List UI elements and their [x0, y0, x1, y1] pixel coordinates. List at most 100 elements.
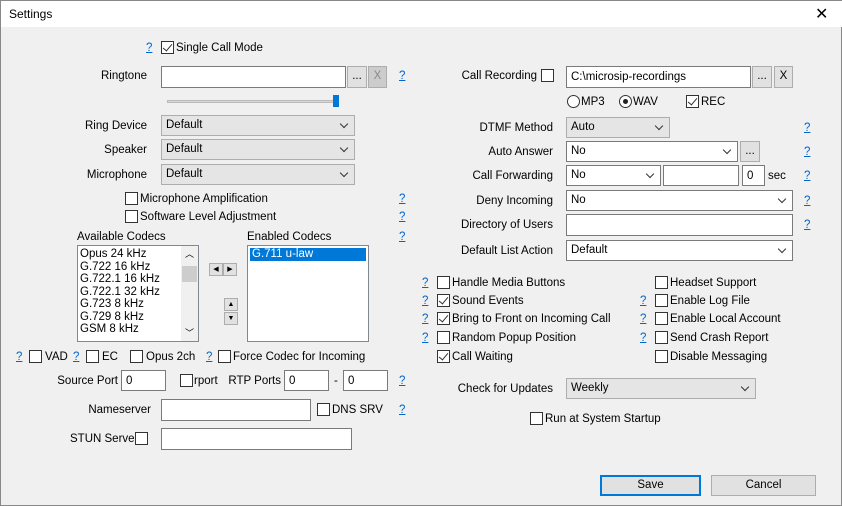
- option-label: Bring to Front on Incoming Call: [452, 313, 611, 325]
- help-link[interactable]: ?: [804, 121, 810, 135]
- codec-item[interactable]: G.722.1 16 kHz: [80, 273, 196, 286]
- codecs-scrollbar[interactable]: ︿ ﹀: [181, 246, 198, 341]
- rport-checkbox[interactable]: [180, 374, 193, 387]
- help-link[interactable]: ?: [16, 350, 22, 364]
- add-codec-button[interactable]: ▶: [223, 263, 237, 276]
- help-link[interactable]: ?: [804, 145, 810, 159]
- cancel-button[interactable]: Cancel: [711, 475, 816, 496]
- codec-item[interactable]: Opus 24 kHz: [80, 248, 196, 261]
- option-checkbox[interactable]: [655, 350, 668, 363]
- updates-select[interactable]: Weekly: [566, 378, 756, 399]
- ringtone-input[interactable]: [161, 66, 346, 88]
- scroll-up-icon[interactable]: ︿: [185, 247, 194, 260]
- help-link[interactable]: ?: [399, 403, 405, 417]
- nameserver-input[interactable]: [161, 399, 311, 421]
- help-link[interactable]: ?: [146, 41, 152, 55]
- option-checkbox[interactable]: [655, 294, 668, 307]
- rec-checkbox[interactable]: [686, 95, 699, 108]
- force-codec-checkbox[interactable]: [218, 350, 231, 363]
- vad-checkbox[interactable]: [29, 350, 42, 363]
- speaker-label: Speaker: [104, 144, 147, 156]
- volume-slider-thumb[interactable]: [333, 95, 339, 107]
- help-link[interactable]: ?: [399, 230, 405, 244]
- stun-checkbox[interactable]: [135, 432, 148, 445]
- help-link[interactable]: ?: [640, 331, 646, 345]
- scrollbar-thumb[interactable]: [182, 266, 197, 282]
- codec-item[interactable]: G.729 8 kHz: [80, 311, 196, 324]
- dns-srv-checkbox[interactable]: [317, 403, 330, 416]
- codec-item[interactable]: G.722.1 32 kHz: [80, 286, 196, 299]
- option-checkbox[interactable]: [655, 331, 668, 344]
- codec-item[interactable]: G.722 16 kHz: [80, 261, 196, 274]
- option-label: Headset Support: [670, 277, 757, 289]
- codec-item[interactable]: GSM 8 kHz: [80, 323, 196, 336]
- single-call-mode-checkbox[interactable]: [161, 41, 174, 54]
- move-down-button[interactable]: ▼: [224, 312, 238, 325]
- option-checkbox[interactable]: [655, 276, 668, 289]
- rtp-ports-separator: -: [334, 375, 338, 387]
- dtmf-select[interactable]: Auto: [566, 117, 670, 138]
- help-link[interactable]: ?: [399, 374, 405, 388]
- enabled-codecs-list[interactable]: G.711 u-law: [247, 245, 369, 342]
- auto-answer-more-button[interactable]: ...: [740, 141, 760, 162]
- wav-radio[interactable]: [619, 95, 632, 108]
- rtp-port-from-input[interactable]: 0: [284, 370, 329, 391]
- mp3-radio[interactable]: [567, 95, 580, 108]
- help-link[interactable]: ?: [399, 69, 405, 83]
- directory-input[interactable]: [566, 214, 793, 236]
- software-level-checkbox[interactable]: [125, 210, 138, 223]
- option-checkbox[interactable]: [437, 350, 450, 363]
- help-link[interactable]: ?: [804, 218, 810, 232]
- codec-item[interactable]: G.723 8 kHz: [80, 298, 196, 311]
- move-up-button[interactable]: ▲: [224, 298, 238, 311]
- help-link[interactable]: ?: [422, 276, 428, 290]
- call-forwarding-label: Call Forwarding: [472, 170, 553, 182]
- help-link[interactable]: ?: [422, 294, 428, 308]
- ec-checkbox[interactable]: [86, 350, 99, 363]
- volume-slider-track[interactable]: [167, 100, 339, 103]
- help-link[interactable]: ?: [206, 350, 212, 364]
- call-forwarding-select[interactable]: No: [566, 165, 661, 186]
- default-action-select[interactable]: Default: [566, 240, 793, 261]
- option-checkbox[interactable]: [437, 331, 450, 344]
- help-link[interactable]: ?: [640, 312, 646, 326]
- ring-device-select[interactable]: Default: [161, 115, 355, 136]
- close-icon[interactable]: ✕: [815, 4, 828, 24]
- forward-number-input[interactable]: [663, 165, 739, 186]
- recording-clear-button[interactable]: X: [774, 66, 793, 88]
- option-checkbox[interactable]: [437, 294, 450, 307]
- source-port-input[interactable]: 0: [121, 370, 166, 391]
- startup-checkbox[interactable]: [530, 412, 543, 425]
- help-link[interactable]: ?: [804, 169, 810, 183]
- help-link[interactable]: ?: [422, 312, 428, 326]
- scroll-down-icon[interactable]: ﹀: [185, 326, 194, 339]
- remove-codec-button[interactable]: ◀: [209, 263, 223, 276]
- ringtone-clear-button[interactable]: X: [368, 66, 387, 88]
- stun-label: STUN Server: [70, 433, 139, 445]
- window-title: Settings: [9, 7, 53, 21]
- save-button[interactable]: Save: [600, 475, 701, 496]
- help-link[interactable]: ?: [640, 294, 646, 308]
- help-link[interactable]: ?: [422, 331, 428, 345]
- microphone-select[interactable]: Default: [161, 164, 355, 185]
- recording-path-input[interactable]: C:\microsip-recordings: [566, 66, 751, 88]
- call-recording-checkbox[interactable]: [541, 69, 554, 82]
- speaker-select[interactable]: Default: [161, 139, 355, 160]
- rtp-port-to-input[interactable]: 0: [343, 370, 388, 391]
- codec-item-selected[interactable]: G.711 u-law: [250, 248, 366, 261]
- forward-delay-input[interactable]: 0: [742, 165, 765, 186]
- auto-answer-select[interactable]: No: [566, 141, 738, 162]
- help-link[interactable]: ?: [804, 194, 810, 208]
- help-link[interactable]: ?: [399, 192, 405, 206]
- option-checkbox[interactable]: [655, 312, 668, 325]
- deny-incoming-select[interactable]: No: [566, 190, 793, 211]
- help-link[interactable]: ?: [73, 350, 79, 364]
- opus-2ch-checkbox[interactable]: [130, 350, 143, 363]
- help-link[interactable]: ?: [399, 210, 405, 224]
- recording-browse-button[interactable]: ...: [752, 66, 772, 88]
- option-checkbox[interactable]: [437, 276, 450, 289]
- mic-amplification-checkbox[interactable]: [125, 192, 138, 205]
- ringtone-browse-button[interactable]: ...: [347, 66, 367, 88]
- stun-input[interactable]: [161, 428, 352, 450]
- option-checkbox[interactable]: [437, 312, 450, 325]
